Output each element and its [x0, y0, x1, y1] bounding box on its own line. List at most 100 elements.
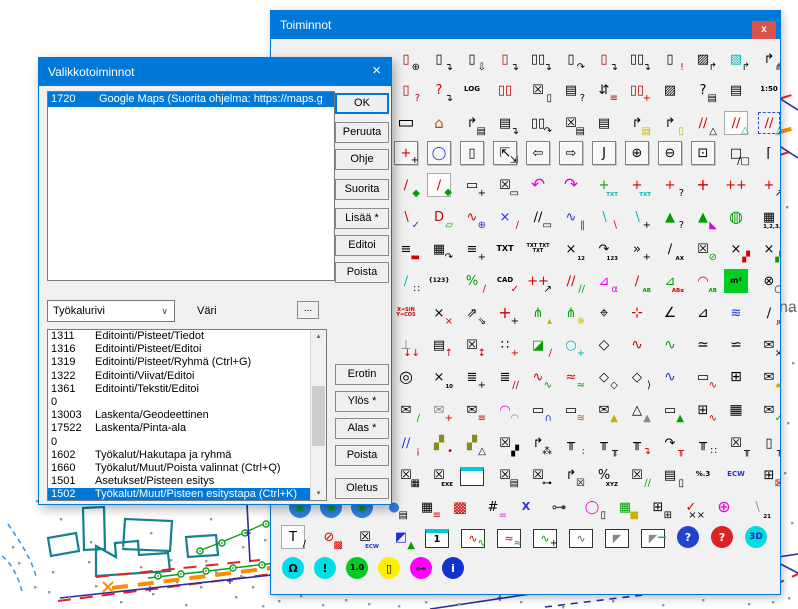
axis-label-icon[interactable]: ∕AX: [658, 237, 682, 261]
angle-ab-alpha-icon[interactable]: ⊿ABα: [658, 269, 682, 293]
list-item[interactable]: 1720 Google Maps (Suorita ohjelma: https…: [48, 92, 334, 107]
renumber-icon[interactable]: ×12: [559, 237, 583, 261]
triangle-colored-icon[interactable]: ▲◣: [691, 205, 715, 229]
line-node-add-icon[interactable]: ∿⊕: [460, 205, 484, 229]
terrain-truss-icon[interactable]: ▞△: [460, 431, 484, 455]
doc-lines-icon[interactable]: ▤: [592, 111, 616, 135]
hatch-triangle-dashed-icon[interactable]: ∕∕△: [757, 111, 781, 135]
colored-line-check-sel-icon[interactable]: ∕◆: [427, 173, 451, 197]
steps-import-icon[interactable]: ▧↱: [724, 47, 748, 71]
exe-check-icon[interactable]: ☒EXE: [427, 463, 451, 487]
menu-list-item[interactable]: 1502Työkalut/Muut/Pisteen esitystapa (Ct…: [48, 488, 326, 501]
line-cyan-red-icon[interactable]: ∖∖: [592, 205, 616, 229]
sort-arrows-icon[interactable]: ⇵≡: [592, 78, 616, 102]
version-badge-icon[interactable]: 1.0: [346, 557, 368, 579]
window-titlebar-icon[interactable]: [460, 467, 484, 486]
tables-refresh-icon[interactable]: ▦↷: [427, 237, 451, 261]
envelope-wire-icon[interactable]: ✉×: [757, 333, 781, 357]
macro-check-icon[interactable]: ↱☒: [559, 463, 583, 487]
renumber-123-icon[interactable]: ↷123: [592, 237, 616, 261]
add-unknown-icon[interactable]: +?: [658, 173, 682, 197]
printer-icon[interactable]: ▤: [724, 78, 748, 102]
chart-red-green-icon[interactable]: ∿∿: [461, 529, 485, 548]
color-more-button[interactable]: ...: [297, 301, 319, 319]
cad-check-icon[interactable]: CAD✓: [493, 269, 517, 293]
wave-navy-icon[interactable]: ∿: [658, 365, 682, 389]
hatch-triangle-icon[interactable]: ∕∕△: [691, 111, 715, 135]
close-icon[interactable]: x: [752, 21, 776, 39]
toolbar-select[interactable]: Työkalurivi ∨: [47, 300, 175, 322]
plus-move-icon[interactable]: ++↗: [526, 269, 550, 293]
txt-icon[interactable]: TXT: [493, 237, 517, 261]
menu-list-item[interactable]: 17522Laskenta/Pinta-ala: [48, 422, 326, 435]
window-surface-icon[interactable]: ▭▲: [658, 398, 682, 422]
doc-copy-red-icon[interactable]: ▯↴: [493, 47, 517, 71]
node-circle-icon[interactable]: ○+: [559, 333, 583, 357]
settings-table-icon[interactable]: ▦≡: [415, 495, 439, 519]
tower-paste-icon[interactable]: ↷╥: [658, 431, 682, 455]
xyz-scale-icon[interactable]: %XYZ: [592, 463, 616, 487]
zoom-out-icon[interactable]: ⊖: [658, 141, 682, 165]
angle-alpha-icon[interactable]: ⊿α: [592, 269, 616, 293]
dialog-close-icon[interactable]: ×: [372, 58, 381, 86]
contour-rings-icon[interactable]: ◎: [394, 365, 418, 389]
monitor-add-icon[interactable]: ▭+: [460, 173, 484, 197]
target-magenta-icon[interactable]: ⊕: [712, 495, 736, 519]
curve-ab-icon[interactable]: ◠AB: [691, 269, 715, 293]
tag-export-2-icon[interactable]: ↱▯: [658, 111, 682, 135]
wave-blue-icon[interactable]: ≋: [724, 301, 748, 325]
dialog-titlebar[interactable]: Valikkotoiminnot: [39, 58, 391, 86]
junction-hatch-icon[interactable]: ×▞: [724, 237, 748, 261]
menu-list-item[interactable]: 1322Editointi/Viivat/Editoi: [48, 370, 326, 383]
zigzag-guides-icon[interactable]: ∿‖: [559, 205, 583, 229]
key-badge-icon[interactable]: ⊶: [410, 557, 432, 579]
menu-functions-list[interactable]: 1311Editointi/Pisteet/Tiedot1316Editoint…: [47, 329, 327, 501]
legend-grid-icon[interactable]: ▦■: [613, 495, 637, 519]
notebook-question-icon[interactable]: ▤?: [559, 78, 583, 102]
vectors-branch-icon[interactable]: ⇗⇘: [460, 301, 484, 325]
db-export-icon[interactable]: ◯▯: [580, 495, 604, 519]
help-button[interactable]: Ohje: [335, 149, 389, 170]
crossing-10-icon[interactable]: ×10: [427, 365, 451, 389]
ok-button[interactable]: OK: [335, 93, 389, 114]
table-numbering-icon[interactable]: ▦1,2,3..: [757, 205, 781, 229]
clip-view-icon[interactable]: ◤: [605, 529, 629, 548]
group-brace-icon[interactable]: {123}: [427, 269, 451, 293]
profile-compare-icon[interactable]: ∿∿: [526, 365, 550, 389]
curve-magenta-icon[interactable]: ◠◠: [493, 398, 517, 422]
dotted-box-red-icon[interactable]: ▩: [448, 495, 472, 519]
help-blue-icon[interactable]: ?: [677, 526, 699, 548]
ecw-format-icon[interactable]: ECW: [724, 463, 748, 487]
slope-hatch-icon[interactable]: ≣∕∕: [493, 365, 517, 389]
jb-flag-icon[interactable]: ∕JB: [757, 301, 781, 325]
add-button[interactable]: Lisää *: [335, 208, 389, 229]
view-3d-box-icon[interactable]: ⊡: [691, 141, 715, 165]
scroll-thumb[interactable]: [312, 386, 325, 446]
text-style-icon[interactable]: T∕: [281, 525, 305, 549]
hatch-triangle-sel-icon[interactable]: ∕∕△: [724, 111, 748, 135]
doc-export-icon[interactable]: ↱▤: [460, 111, 484, 135]
tower-scatter-icon[interactable]: ╥∷: [691, 431, 715, 455]
staked-lines-icon[interactable]: ∕∕¡: [394, 431, 418, 455]
grid-links-icon[interactable]: ⊞⊠: [757, 463, 781, 487]
line-tools-icon[interactable]: ∖+: [625, 205, 649, 229]
scroll-down-icon[interactable]: ▾: [311, 487, 326, 500]
clip-view-check-icon[interactable]: ◤▔: [641, 529, 665, 548]
lines-cross-icon[interactable]: ×∕: [493, 205, 517, 229]
window-layers-icon[interactable]: ▭≋: [559, 398, 583, 422]
window-curve-icon[interactable]: ▭∩: [526, 398, 550, 422]
approx-lines-icon[interactable]: ≃: [691, 333, 715, 357]
menu-list-item[interactable]: 1501Asetukset/Pisteen esitys: [48, 475, 326, 488]
grid-wave-icon[interactable]: ⊞∿: [691, 398, 715, 422]
print-preview-icon[interactable]: ?▤: [691, 78, 715, 102]
toiminnot-titlebar[interactable]: Toiminnot: [271, 11, 780, 39]
colored-line-check-icon[interactable]: ∕◆: [394, 173, 418, 197]
diamond-node-icon[interactable]: ◇: [592, 333, 616, 357]
envelope-banded-icon[interactable]: ✉▰: [757, 365, 781, 389]
grid-pair-icon[interactable]: ⊞⊞: [646, 495, 670, 519]
triangle-query-icon[interactable]: ▲?: [658, 205, 682, 229]
doc-transfer-icon[interactable]: ▯▯↷: [526, 111, 550, 135]
line-21-icon[interactable]: ∖21: [745, 495, 769, 519]
add-points-icon[interactable]: ++: [724, 173, 748, 197]
axes-check-icon[interactable]: ☒↕: [460, 333, 484, 357]
